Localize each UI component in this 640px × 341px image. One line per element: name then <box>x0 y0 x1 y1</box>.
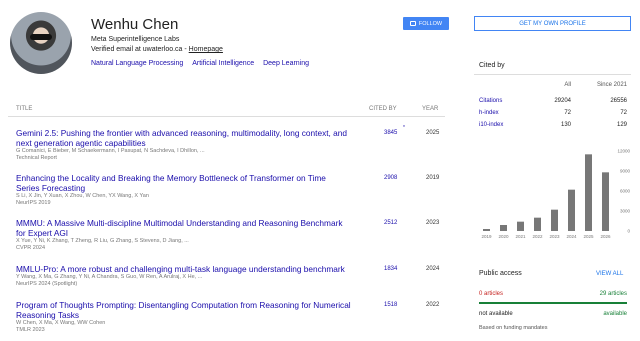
article-title-link[interactable]: Gemini 2.5: Pushing the frontier with ad… <box>16 128 351 148</box>
access-status: available <box>603 311 627 317</box>
year-column-header[interactable]: YEAR <box>422 106 438 112</box>
x-tick-label: 2025 <box>583 234 594 239</box>
article-authors: Y Wang, X Ma, G Zhang, Y Ni, A Chandra, … <box>16 274 203 280</box>
stat-label[interactable]: h-index <box>479 110 499 116</box>
citation-bar[interactable] <box>568 189 575 231</box>
x-tick-label: 2026 <box>600 234 611 239</box>
y-tick-label: 3000 <box>620 209 631 214</box>
cited-by-count[interactable]: 1518 <box>384 302 397 308</box>
article-venue: Technical Report <box>16 155 57 161</box>
table-row: MMMU: A Massive Multi-discipline Multimo… <box>16 218 445 252</box>
title-column-header[interactable]: TITLE <box>16 106 32 112</box>
mail-icon <box>409 21 416 26</box>
stats-row: h-index 72 72 <box>479 110 627 118</box>
citation-bar[interactable] <box>585 154 592 231</box>
stat-all-value: 29204 <box>554 98 571 104</box>
y-tick-label: 9000 <box>620 169 631 174</box>
article-year: 2019 <box>426 175 440 181</box>
citation-bar[interactable] <box>551 209 558 231</box>
cited-by-count[interactable]: 1834 <box>384 266 397 272</box>
star-marker: * <box>403 125 405 131</box>
articles-table-header: TITLE CITED BY YEAR <box>8 101 445 117</box>
article-venue: TMLR 2023 <box>16 327 45 333</box>
article-authors: X Yue, Y Ni, K Zhang, T Zheng, R Liu, G … <box>16 238 189 244</box>
y-tick-label: 6000 <box>620 189 631 194</box>
article-title-link[interactable]: MMLU-Pro: A more robust and challenging … <box>16 264 351 274</box>
access-count[interactable]: 29 articles <box>600 291 627 297</box>
view-all-link[interactable]: VIEW ALL <box>596 271 623 277</box>
follow-label: FOLLOW <box>418 20 443 27</box>
interest-link[interactable]: Deep Learning <box>263 60 309 67</box>
stat-since-value: 26556 <box>610 98 627 104</box>
y-tick-label: 0 <box>627 229 630 234</box>
article-year: 2023 <box>426 220 440 226</box>
citation-bar[interactable] <box>517 221 524 231</box>
article-venue: NeurIPS 2024 (Spotlight) <box>16 281 78 287</box>
citation-bar[interactable] <box>602 172 609 231</box>
table-row: Program of Thoughts Prompting: Disentang… <box>16 300 445 334</box>
cited-by-heading: Cited by <box>479 62 505 69</box>
article-title-link[interactable]: Program of Thoughts Prompting: Disentang… <box>16 300 351 320</box>
cited-by-column-header[interactable]: CITED BY <box>369 106 397 112</box>
x-tick-label: 2023 <box>549 234 560 239</box>
avatar <box>10 12 72 74</box>
article-venue: CVPR 2024 <box>16 245 46 251</box>
stat-since-value: 72 <box>620 110 627 116</box>
citation-bar[interactable] <box>483 229 490 231</box>
interest-link[interactable]: Natural Language Processing <box>91 60 183 67</box>
article-year: 2025 <box>426 130 440 136</box>
since-column-header: Since 2021 <box>596 82 627 88</box>
article-authors: W Chen, X Ma, X Wang, WW Cohen <box>16 320 106 326</box>
interest-link[interactable]: Artificial Intelligence <box>192 60 254 67</box>
article-year: 2024 <box>426 266 440 272</box>
access-count[interactable]: 0 articles <box>479 291 503 297</box>
profile-name: Wenhu Chen <box>91 16 179 33</box>
x-tick-label: 2020 <box>498 234 509 239</box>
article-year: 2022 <box>426 302 440 308</box>
funding-note: Based on funding mandates <box>479 325 548 331</box>
access-status: not available <box>479 311 513 317</box>
stat-since-value: 129 <box>616 122 627 128</box>
divider <box>474 74 631 75</box>
verified-text: Verified email at uwaterloo.ca - <box>91 46 189 53</box>
x-tick-label: 2021 <box>515 234 526 239</box>
article-title-link[interactable]: Enhancing the Locality and Breaking the … <box>16 173 351 193</box>
cited-by-count[interactable]: 2908 <box>384 175 397 181</box>
stats-header-row: All Since 2021 <box>479 82 627 90</box>
citation-bar[interactable] <box>500 225 507 231</box>
stats-row: i10-index 130 129 <box>479 122 627 130</box>
cited-by-count[interactable]: 3845 <box>384 130 397 136</box>
research-interests: Natural Language Processing Artificial I… <box>91 60 309 67</box>
access-progress-bar <box>479 302 627 304</box>
verified-email: Verified email at uwaterloo.ca - Homepag… <box>91 46 223 53</box>
table-row: Gemini 2.5: Pushing the frontier with ad… <box>16 125 445 162</box>
stat-label[interactable]: i10-index <box>479 122 503 128</box>
avatar-glasses <box>30 34 52 40</box>
x-tick-label: 2019 <box>481 234 492 239</box>
article-authors: G Comanici, E Bieber, M Schaekermann, I … <box>16 148 205 154</box>
table-row: MMLU-Pro: A more robust and challenging … <box>16 264 445 288</box>
profile-affiliation: Meta Superintelligence Labs <box>91 36 180 43</box>
y-tick-label: 12000 <box>617 149 630 154</box>
stat-all-value: 130 <box>560 122 571 128</box>
article-venue: NeurIPS 2019 <box>16 200 51 206</box>
stat-label[interactable]: Citations <box>479 98 502 104</box>
cited-by-count[interactable]: 2512 <box>384 220 397 226</box>
x-tick-label: 2022 <box>532 234 543 239</box>
article-authors: S Li, X Jin, Y Xuan, X Zhou, W Chen, YX … <box>16 193 149 199</box>
citations-per-year-chart: 2019 2020 2021 2022 2023 2024 2025 2026 12000 900… <box>481 149 631 240</box>
get-my-own-profile-button[interactable]: GET MY OWN PROFILE <box>474 16 631 31</box>
follow-button[interactable]: FOLLOW <box>403 17 449 30</box>
all-column-header: All <box>564 82 571 88</box>
public-access-heading: Public access <box>479 270 522 277</box>
stat-all-value: 72 <box>564 110 571 116</box>
table-row: Enhancing the Locality and Breaking the … <box>16 173 445 207</box>
stats-row: Citations 29204 26556 <box>479 98 627 106</box>
x-tick-label: 2024 <box>566 234 577 239</box>
article-title-link[interactable]: MMMU: A Massive Multi-discipline Multimo… <box>16 218 351 238</box>
citation-bar[interactable] <box>534 217 541 231</box>
homepage-link[interactable]: Homepage <box>189 46 223 53</box>
